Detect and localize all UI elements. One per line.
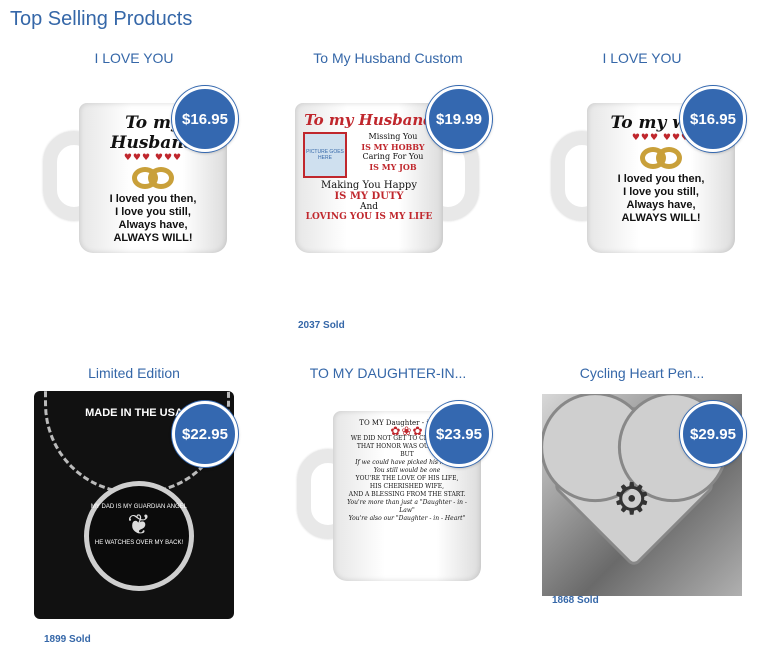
hearts-decoration: ♥♥♥ ♥♥♥ bbox=[123, 153, 183, 163]
mug-line: You're also our "Daughter - in - Heart" bbox=[348, 514, 466, 522]
mug-line: YOU'RE THE LOVE OF HIS LIFE, bbox=[355, 474, 459, 482]
mug-line: AND A BLESSING FROM THE START. bbox=[348, 490, 466, 498]
sold-count: 1868 Sold bbox=[552, 595, 599, 606]
price-badge: $23.95 bbox=[426, 401, 492, 467]
mug-line: IS MY JOB bbox=[369, 162, 417, 172]
pendant: MY DAD IS MY GUARDIAN ANGEL ❦ HE WATCHES… bbox=[84, 481, 194, 591]
mug-line: You're more than just a "Daughter - in -… bbox=[347, 498, 467, 514]
photo-placeholder: PICTURE GOES HERE bbox=[303, 132, 347, 178]
price-badge: $19.99 bbox=[426, 86, 492, 152]
price-badge: $16.95 bbox=[172, 86, 238, 152]
mug-line: Always have, bbox=[118, 219, 188, 231]
mug-line: Always have, bbox=[626, 199, 696, 211]
product-title[interactable]: TO MY DAUGHTER-IN... bbox=[288, 363, 488, 383]
mug-title: To my Husband bbox=[304, 111, 434, 129]
mug-line: And bbox=[359, 202, 379, 212]
mug-line: You still would be one bbox=[373, 466, 441, 474]
product-card[interactable]: TO MY DAUGHTER-IN... $23.95 TO MY Daught… bbox=[288, 363, 492, 591]
product-title[interactable]: To My Husband Custom bbox=[288, 48, 488, 68]
mug-line: Missing You bbox=[368, 132, 418, 141]
mug-line: ALWAYS WILL! bbox=[113, 232, 193, 244]
price-badge: $16.95 bbox=[680, 86, 746, 152]
mug-line: LOVING YOU IS MY LIFE bbox=[305, 212, 433, 222]
gear-icon: ⚙ bbox=[612, 475, 652, 524]
product-image[interactable]: $22.95 MADE IN THE USA MY DAD IS MY GUAR… bbox=[34, 391, 238, 619]
product-card[interactable]: Limited Edition $22.95 MADE IN THE USA M… bbox=[34, 363, 238, 619]
product-card[interactable]: I LOVE YOU $16.95 To my Husband ♥♥♥ ♥♥♥ … bbox=[34, 48, 238, 276]
mug-line: I love you still, bbox=[115, 206, 191, 218]
product-card[interactable]: I LOVE YOU $16.95 To my wife ♥♥♥ ♥♥♥ I l… bbox=[542, 48, 746, 276]
product-card[interactable]: To My Husband Custom $19.99 To my Husban… bbox=[288, 48, 492, 276]
product-image[interactable]: $23.95 TO MY Daughter - in - Law ✿❀✿ WE … bbox=[288, 391, 492, 591]
sold-count: 2037 Sold bbox=[298, 320, 345, 331]
sold-count: 1899 Sold bbox=[44, 634, 91, 645]
price-badge: $29.95 bbox=[680, 401, 746, 467]
mug-line: IS MY DUTY bbox=[334, 191, 404, 202]
product-title[interactable]: Limited Edition bbox=[34, 363, 234, 383]
product-title[interactable]: I LOVE YOU bbox=[542, 48, 742, 68]
product-image[interactable]: $29.95 ⚙ bbox=[542, 391, 746, 599]
product-title[interactable]: I LOVE YOU bbox=[34, 48, 234, 68]
product-image[interactable]: $16.95 To my Husband ♥♥♥ ♥♥♥ I loved you… bbox=[34, 76, 238, 276]
mug-line: Making You Happy bbox=[321, 180, 417, 191]
product-card[interactable]: Cycling Heart Pen... $29.95 ⚙ bbox=[542, 363, 746, 599]
pendant-text-bottom: HE WATCHES OVER MY BACK! bbox=[94, 540, 184, 546]
section-heading: Top Selling Products bbox=[10, 8, 193, 30]
mug-line: HIS CHERISHED WIFE, bbox=[369, 482, 445, 490]
mug-line: Caring For You bbox=[362, 152, 424, 161]
mug-line: IS MY HOBBY bbox=[361, 142, 425, 152]
mug-line: I loved you then, bbox=[617, 173, 705, 185]
rings-icon bbox=[87, 167, 219, 189]
price-badge: $22.95 bbox=[172, 401, 238, 467]
mug-line: ALWAYS WILL! bbox=[621, 212, 701, 224]
product-image[interactable]: $19.99 To my Husband PICTURE GOES HERE M… bbox=[288, 76, 492, 276]
product-title[interactable]: Cycling Heart Pen... bbox=[542, 363, 742, 383]
product-image[interactable]: $16.95 To my wife ♥♥♥ ♥♥♥ I loved you th… bbox=[542, 76, 746, 276]
angel-wings-icon: ❦ bbox=[127, 509, 151, 540]
mug-line: I love you still, bbox=[623, 186, 699, 198]
mug-line: I loved you then, bbox=[109, 193, 197, 205]
